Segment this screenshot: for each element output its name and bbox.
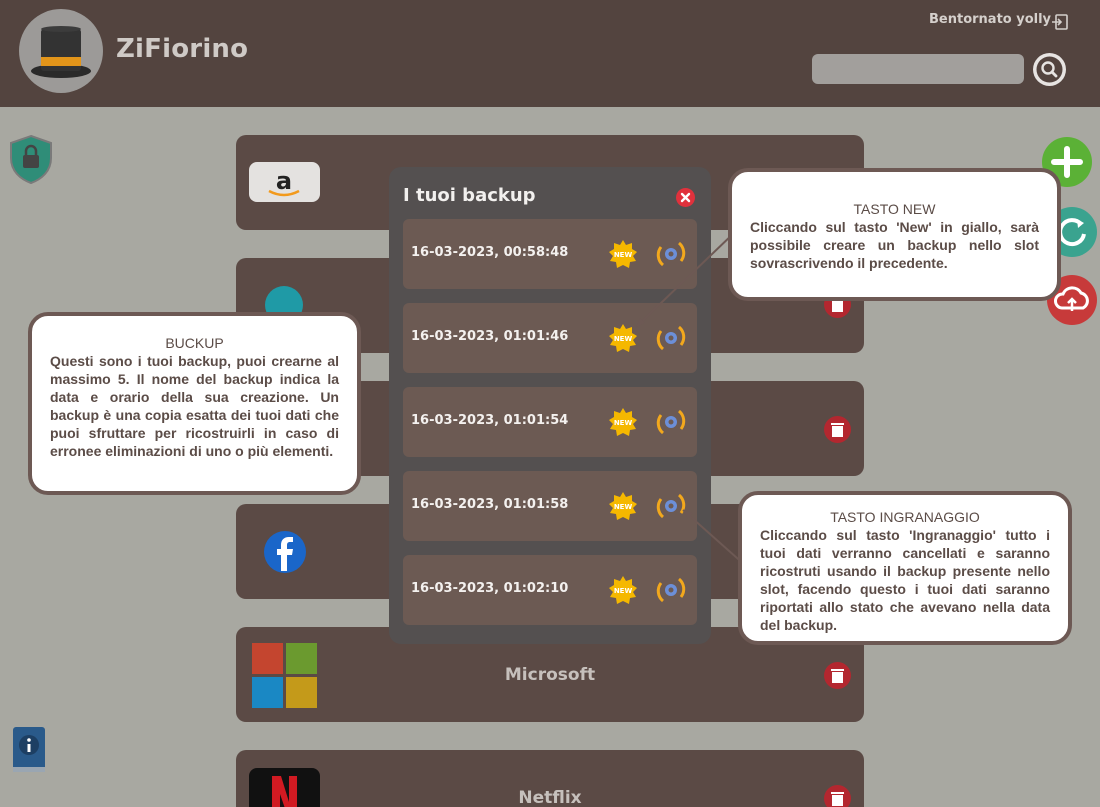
top-hat-logo-icon bbox=[19, 9, 103, 93]
gear-restore-icon bbox=[656, 241, 686, 267]
new-badge-icon: NEW bbox=[609, 240, 637, 268]
delete-account-button[interactable] bbox=[824, 416, 851, 443]
backup-date: 16-03-2023, 01:02:10 bbox=[411, 581, 569, 596]
backup-slot: 16-03-2023, 01:01:58 NEW bbox=[403, 471, 697, 541]
trash-icon bbox=[831, 423, 844, 437]
new-badge-icon: NEW bbox=[609, 408, 637, 436]
account-name: Netflix bbox=[518, 788, 582, 807]
security-shield-icon[interactable] bbox=[8, 134, 54, 185]
amazon-logo-icon: a bbox=[249, 162, 320, 202]
backup-slot: 16-03-2023, 01:02:10 NEW bbox=[403, 555, 697, 625]
search-input[interactable] bbox=[812, 54, 1024, 84]
search-button[interactable] bbox=[1033, 53, 1066, 86]
backup-date: 16-03-2023, 01:01:58 bbox=[411, 497, 569, 512]
search-icon bbox=[1036, 56, 1063, 83]
restore-gear-button[interactable] bbox=[655, 405, 687, 439]
backup-slot: 16-03-2023, 00:58:48 NEW bbox=[403, 219, 697, 289]
tooltip-title: TASTO INGRANAGGIO bbox=[830, 509, 980, 525]
tooltip-title: BUCKUP bbox=[165, 335, 224, 351]
svg-text:NEW: NEW bbox=[614, 587, 633, 595]
tooltip-text: Cliccando sul tasto 'New' in giallo, sar… bbox=[750, 219, 1039, 271]
restore-gear-button[interactable] bbox=[655, 237, 687, 271]
backup-date: 16-03-2023, 01:01:46 bbox=[411, 329, 569, 344]
tooltip-text: Questi sono i tuoi backup, puoi crearne … bbox=[50, 353, 339, 459]
backup-date: 16-03-2023, 01:01:54 bbox=[411, 413, 569, 428]
svg-text:NEW: NEW bbox=[614, 419, 633, 427]
backup-slot: 16-03-2023, 01:01:46 NEW bbox=[403, 303, 697, 373]
backup-date: 16-03-2023, 00:58:48 bbox=[411, 245, 569, 260]
new-backup-button[interactable]: NEW bbox=[608, 323, 638, 353]
logout-icon[interactable] bbox=[1050, 12, 1070, 32]
gear-restore-icon bbox=[656, 577, 686, 603]
backup-slot: 16-03-2023, 01:01:54 NEW bbox=[403, 387, 697, 457]
restore-gear-button[interactable] bbox=[655, 321, 687, 355]
svg-text:NEW: NEW bbox=[614, 503, 633, 511]
gear-restore-icon bbox=[656, 325, 686, 351]
svg-text:NEW: NEW bbox=[614, 335, 633, 343]
close-icon bbox=[680, 192, 691, 203]
svg-text:a: a bbox=[276, 167, 292, 195]
new-badge-icon: NEW bbox=[609, 576, 637, 604]
restore-gear-button[interactable] bbox=[655, 489, 687, 523]
modal-title: I tuoi backup bbox=[403, 185, 536, 206]
svg-text:NEW: NEW bbox=[614, 251, 633, 259]
tooltip-title: TASTO NEW bbox=[853, 201, 936, 217]
delete-account-button[interactable] bbox=[824, 662, 851, 689]
restore-gear-button[interactable] bbox=[655, 573, 687, 607]
new-backup-button[interactable]: NEW bbox=[608, 575, 638, 605]
trash-icon bbox=[831, 792, 844, 806]
tooltip-backup: BUCKUP Questi sono i tuoi backup, puoi c… bbox=[28, 312, 361, 495]
gear-restore-icon bbox=[656, 493, 686, 519]
facebook-logo-icon bbox=[264, 531, 306, 573]
account-card-netflix[interactable]: Netflix bbox=[236, 750, 864, 807]
new-backup-button[interactable]: NEW bbox=[608, 239, 638, 269]
new-badge-icon: NEW bbox=[609, 324, 637, 352]
gear-restore-icon bbox=[656, 409, 686, 435]
backup-modal: I tuoi backup 16-03-2023, 00:58:48 NEW 1… bbox=[389, 167, 711, 644]
tooltip-new-button: TASTO NEW Cliccando sul tasto 'New' in g… bbox=[728, 168, 1061, 301]
delete-account-button[interactable] bbox=[824, 785, 851, 807]
new-backup-button[interactable]: NEW bbox=[608, 407, 638, 437]
tooltip-gear-button: TASTO INGRANAGGIO Cliccando sul tasto 'I… bbox=[738, 491, 1072, 645]
new-badge-icon: NEW bbox=[609, 492, 637, 520]
app-header: ZiFiorino Bentornato yolly bbox=[0, 0, 1100, 107]
account-name: Microsoft bbox=[504, 665, 596, 685]
close-modal-button[interactable] bbox=[676, 188, 695, 207]
welcome-text: Bentornato yolly bbox=[929, 12, 1052, 27]
info-book-icon[interactable] bbox=[11, 725, 49, 775]
new-backup-button[interactable]: NEW bbox=[608, 491, 638, 521]
app-title: ZiFiorino bbox=[116, 34, 249, 64]
trash-icon bbox=[831, 669, 844, 683]
tooltip-text: Cliccando sul tasto 'Ingranaggio' tutto … bbox=[760, 527, 1050, 633]
